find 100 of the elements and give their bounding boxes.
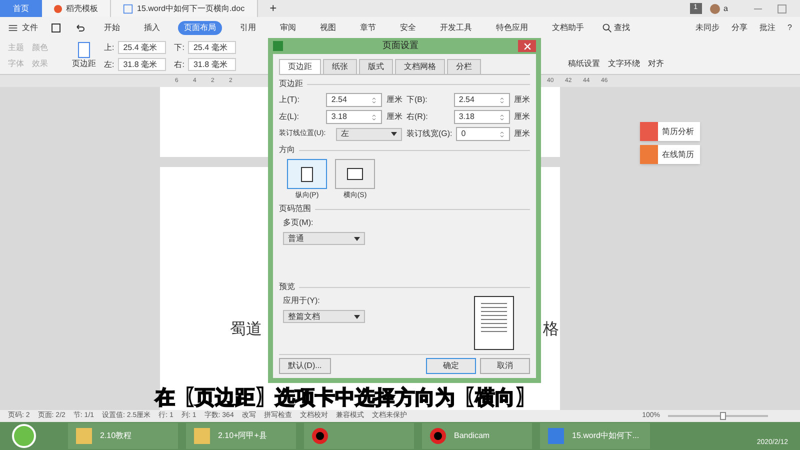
menu-tab[interactable]: 文档助手 [546,20,590,34]
app-icon [273,41,283,51]
caret-icon [354,236,360,240]
dropdown[interactable]: 普通 [283,232,365,245]
margin-field[interactable]: 31.8 毫米 [188,58,236,71]
document-text: 格 [543,318,559,340]
section-title: 页码范围 [279,204,311,214]
spin-field[interactable]: 2.54 [326,93,382,107]
margin-label: 右: [174,58,184,70]
spinner-arrows-icon [371,96,378,104]
side-panel-button[interactable]: 在线简历 [640,145,700,164]
field-label: 应用于(Y): [283,296,321,306]
menu-tab[interactable]: 章节 [354,20,382,34]
margin-field[interactable]: 25.4 毫米 [118,41,166,54]
menu-tab[interactable]: 特色应用 [490,20,534,34]
unit-dropdown[interactable]: 厘米 [514,95,530,105]
folder-icon [194,428,210,444]
spin-field[interactable]: 3.18 [326,110,382,124]
margin-label: 左: [104,58,114,70]
field-label: 下(B): [406,95,428,105]
toolbar-link[interactable]: 批注 [760,22,776,34]
spinner-arrows-icon [498,112,505,122]
field-label: 左(L): [279,112,300,122]
toolbar-link[interactable]: 未同步 [696,22,720,34]
caret-icon [391,132,398,136]
avatar [710,4,720,14]
search-icon [602,22,612,32]
new-tab-button[interactable]: + [258,0,289,17]
spin-field[interactable]: 2.54 [454,93,510,107]
dialog-tab[interactable]: 版式 [359,59,393,74]
start-button[interactable] [12,424,36,448]
cancel-button[interactable]: 取消 [480,358,530,374]
zoom-thumb[interactable] [720,412,726,420]
close-button[interactable] [518,40,536,52]
dropdown[interactable]: 整篇文档 [283,310,365,323]
margin-field[interactable]: 31.8 毫米 [118,58,166,71]
spinner-arrows-icon [498,96,505,104]
window-tab[interactable]: 首页 [0,0,42,17]
help-button[interactable]: ? [788,22,792,34]
dialog-tab[interactable]: 页边距 [279,59,321,74]
dialog-tab[interactable]: 分栏 [447,59,481,74]
close-icon [524,42,530,50]
menu-tab[interactable]: 开发工具 [434,20,478,34]
dropdown[interactable]: 左 [336,128,402,140]
dialog-tab[interactable]: 纸张 [323,59,357,74]
menu-icon [8,22,18,32]
ribbon-button[interactable]: 稿纸设置 [568,58,600,70]
menu-tab[interactable]: 开始 [98,20,126,34]
spin-field[interactable]: 0 [456,127,510,141]
file-menu[interactable]: 文件 [8,22,38,34]
orientation-option[interactable] [335,159,375,189]
save-icon [50,22,62,34]
menu-tab[interactable]: 页面布局 [178,20,222,34]
section-title: 页边距 [279,79,303,89]
undo-icon [74,22,86,34]
maximize-icon [776,2,788,14]
window-tab[interactable]: 稻壳模板 [42,0,111,17]
menu-tab[interactable]: 引用 [234,20,262,34]
field-label: 多页(M): [282,218,314,228]
margin-label: 上: [104,42,114,54]
landscape-page-icon [347,168,363,180]
page-preview [474,296,514,350]
unit-dropdown[interactable]: 厘米 [386,95,402,105]
field-label: 装订线宽(G): [406,129,452,139]
section-title: 预览 [279,282,295,292]
search-button[interactable]: 查找 [602,22,630,34]
section-title: 方向 [279,145,295,155]
record-icon [312,428,328,444]
folder-icon [76,428,92,444]
margins-button[interactable]: 页边距 [72,42,96,70]
spinner-arrows-icon [499,130,505,138]
window-tab[interactable]: 15.word中如何下一页横向.doc [111,0,258,17]
unit-dropdown[interactable]: 厘米 [514,129,530,139]
menu-tab[interactable]: 视图 [314,20,342,34]
portrait-page-icon [301,166,313,182]
menu-tab[interactable]: 审阅 [274,20,302,34]
margin-field[interactable]: 25.4 毫米 [188,41,236,54]
menu-tab[interactable]: 安全 [394,20,422,34]
video-caption: 在【页边距】选项卡中选择方向为【横向】 [155,387,535,409]
toolbar-link[interactable]: 分享 [732,22,748,34]
user-name: a [724,2,728,14]
record-icon [430,428,446,444]
dialog-title: 页面设置 [382,39,420,52]
document-icon [123,4,133,14]
field-label: 右(R): [406,112,429,122]
unit-dropdown[interactable]: 厘米 [514,112,530,122]
spin-field[interactable]: 3.18 [454,110,510,124]
ok-button[interactable]: 确定 [426,358,476,374]
default-button[interactable]: 默认(D)... [279,358,331,374]
menu-tab[interactable]: 插入 [138,20,166,34]
side-panel-button[interactable]: 简历分析 [640,122,700,141]
margin-label: 下: [174,42,184,54]
spinner-arrows-icon [371,112,378,122]
field-label: 上(T): [279,95,300,105]
ribbon-button[interactable]: 文字环绕 [608,58,640,70]
caret-icon [354,314,360,318]
ribbon-button[interactable]: 对齐 [648,58,664,70]
dialog-tab[interactable]: 文档网格 [395,59,445,74]
unit-dropdown[interactable]: 厘米 [386,112,402,122]
orientation-option[interactable] [287,159,327,189]
